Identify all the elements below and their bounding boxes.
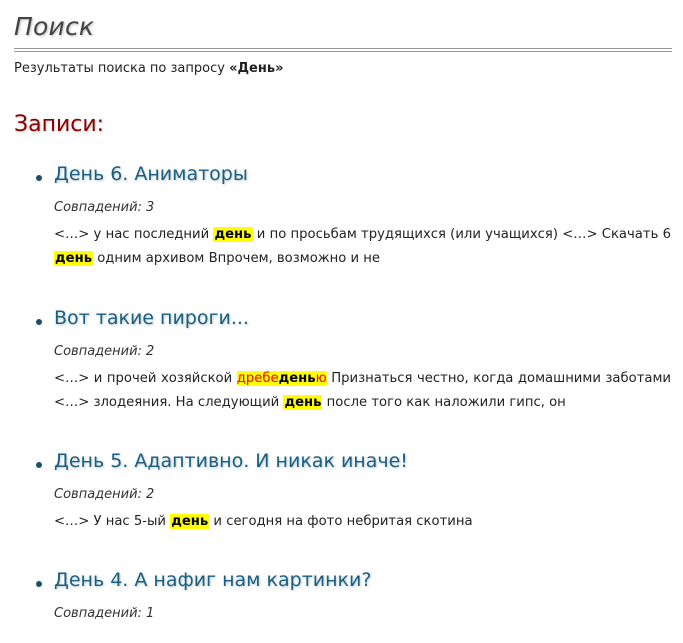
match-core: день [278,371,316,386]
search-summary: Результаты поиска по запросу «День» [14,61,283,76]
bullet-icon [36,319,42,325]
bullet-icon [36,175,42,181]
result-title-link[interactable]: Вот такие пироги... [54,307,249,329]
match-count: Совпадений: 2 [54,487,155,502]
partial-match-highlight: дребеденью [236,371,327,386]
bullet-icon [36,581,42,587]
result-snippet: <…> у нас последний день и по просьбам т… [54,223,671,271]
title-divider [14,48,672,52]
result-title-link[interactable]: День 5. Адаптивно. И никак иначе! [54,450,408,472]
result-title-link[interactable]: День 4. А нафиг нам картинки? [54,569,371,591]
search-query: «День» [229,61,284,76]
partial-match-suffix: ю [315,371,327,386]
summary-text: Результаты поиска по запросу [14,61,230,76]
match-highlight: день [54,251,94,266]
snippet-text: и по просьбам трудящихся (или учащихся) … [252,227,671,242]
bullet-icon [36,462,42,468]
result-snippet: <…> У нас 5-ый день и сегодня на фото не… [54,510,671,534]
result-snippet: <…> и прочей хозяйской дребеденью Призна… [54,367,671,415]
partial-match-prefix: дребе [236,371,279,386]
section-title-posts: Записи: [14,112,105,137]
result-title-link[interactable]: День 6. Аниматоры [54,163,248,185]
match-count: Совпадений: 3 [54,200,155,215]
snippet-text: <…> и прочей хозяйской [54,371,237,386]
match-count: Совпадений: 1 [54,606,155,621]
match-highlight: день [213,227,253,242]
snippet-text: <…> У нас 5-ый [54,514,171,529]
match-highlight: день [170,514,210,529]
page-title: Поиск [14,12,95,41]
snippet-text: после того как наложили гипс, он [322,395,566,410]
snippet-text: <…> у нас последний [54,227,214,242]
match-highlight: день [283,395,323,410]
snippet-text: и сегодня на фото небритая скотина [209,514,473,529]
match-count: Совпадений: 2 [54,344,155,359]
snippet-text: одним архивом Впрочем, возможно и не [93,251,381,266]
